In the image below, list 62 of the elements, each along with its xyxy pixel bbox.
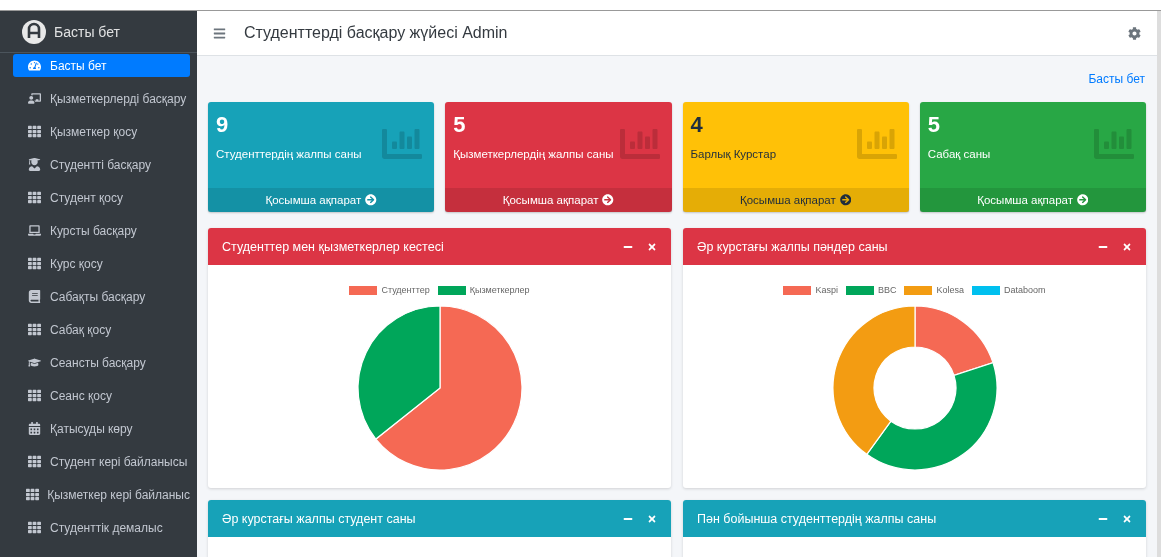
sidebar-item[interactable]: Студентті басқару xyxy=(13,153,190,176)
page-title: Студенттерді басқару жүйесі Admin xyxy=(244,24,509,42)
menu-item-icon xyxy=(26,191,42,204)
sidebar-item[interactable]: Сеанс қосу xyxy=(13,384,190,407)
sidebar-item[interactable]: Қызметкер қосу xyxy=(13,120,190,143)
close-icon[interactable] xyxy=(1122,513,1132,524)
sidebar-item[interactable]: Қатысуды көру xyxy=(13,417,190,440)
stat-value: 9 xyxy=(216,112,229,138)
legend-label: Kaspi xyxy=(815,285,838,295)
legend-label: Студенттер xyxy=(381,285,430,295)
more-info-link[interactable]: Қосымша ақпарат xyxy=(919,188,1146,212)
menu-item-icon xyxy=(26,389,42,402)
close-icon[interactable] xyxy=(647,513,657,524)
more-info-link[interactable]: Қосымша ақпарат xyxy=(682,188,909,212)
more-info-link[interactable]: Қосымша ақпарат xyxy=(208,188,435,212)
menu-item-icon xyxy=(26,488,40,501)
menu-icon[interactable] xyxy=(213,26,226,40)
stat-value: 5 xyxy=(453,112,466,138)
sidebar-item[interactable]: Сеансты басқару xyxy=(13,351,190,374)
menu-item-icon xyxy=(26,521,42,534)
panel-title: Әр курстағы жалпы пәндер саны xyxy=(697,239,889,254)
menu-item-icon xyxy=(26,257,42,270)
breadcrumb-link[interactable]: Басты бет xyxy=(1088,72,1145,86)
menu-item-icon xyxy=(26,356,42,369)
close-icon[interactable] xyxy=(1122,241,1132,252)
legend-label: BBC xyxy=(877,285,897,295)
sidebar-item[interactable]: Сабақты басқару xyxy=(13,285,190,308)
sidebar-item[interactable]: Сабақ қосу xyxy=(13,318,190,341)
menu-item-icon xyxy=(26,92,42,105)
menu-item-icon xyxy=(26,125,42,138)
close-icon[interactable] xyxy=(647,241,657,252)
menu-item-icon xyxy=(26,455,42,468)
menu-item-icon xyxy=(26,158,42,171)
stat-value: 5 xyxy=(927,112,940,138)
sidebar-item[interactable]: Қызметкер кері байланыс xyxy=(13,483,190,506)
logo-icon xyxy=(22,19,46,44)
brand-text[interactable]: Басты бет xyxy=(54,23,120,40)
stat-label: Қызметкерлердің жалпы саны xyxy=(453,148,614,160)
sidebar-item[interactable]: Басты бет xyxy=(13,54,190,77)
legend-label: Databoom xyxy=(1004,285,1046,295)
menu-item-icon xyxy=(26,323,42,336)
sidebar-item[interactable]: Студенттік демалыс xyxy=(13,516,190,539)
menu-item-icon xyxy=(26,224,42,237)
sidebar-item[interactable]: Студент кері байланысы xyxy=(13,450,190,473)
panel-title: Студенттер мен қызметкерлер кестесі xyxy=(222,239,445,254)
stat-value: 4 xyxy=(690,112,703,138)
menu-item-icon xyxy=(26,422,42,435)
sidebar-item[interactable]: Қызметкерлерді басқару xyxy=(13,87,190,110)
sidebar-item[interactable]: Студент қосу xyxy=(13,186,190,209)
menu-item-icon xyxy=(26,59,42,72)
sidebar-item[interactable]: Курс қосу xyxy=(13,252,190,275)
legend-label: Kolesa xyxy=(936,285,964,295)
settings-icon[interactable] xyxy=(1128,26,1141,40)
more-info-link[interactable]: Қосымша ақпарат xyxy=(445,188,672,212)
menu-item-icon xyxy=(26,290,42,303)
panel-title: Әр курстағы жалпы студент саны xyxy=(222,511,417,526)
stat-label: Сабақ саны xyxy=(927,148,991,160)
legend-label: Қызметкерлер xyxy=(469,285,530,295)
stat-label: Студенттердің жалпы саны xyxy=(216,148,362,160)
panel-title: Пән бойынша студенттердің жалпы саны xyxy=(697,511,938,526)
sidebar-item[interactable]: Курсты басқару xyxy=(13,219,190,242)
stat-label: Барлық Курстар xyxy=(690,148,777,160)
